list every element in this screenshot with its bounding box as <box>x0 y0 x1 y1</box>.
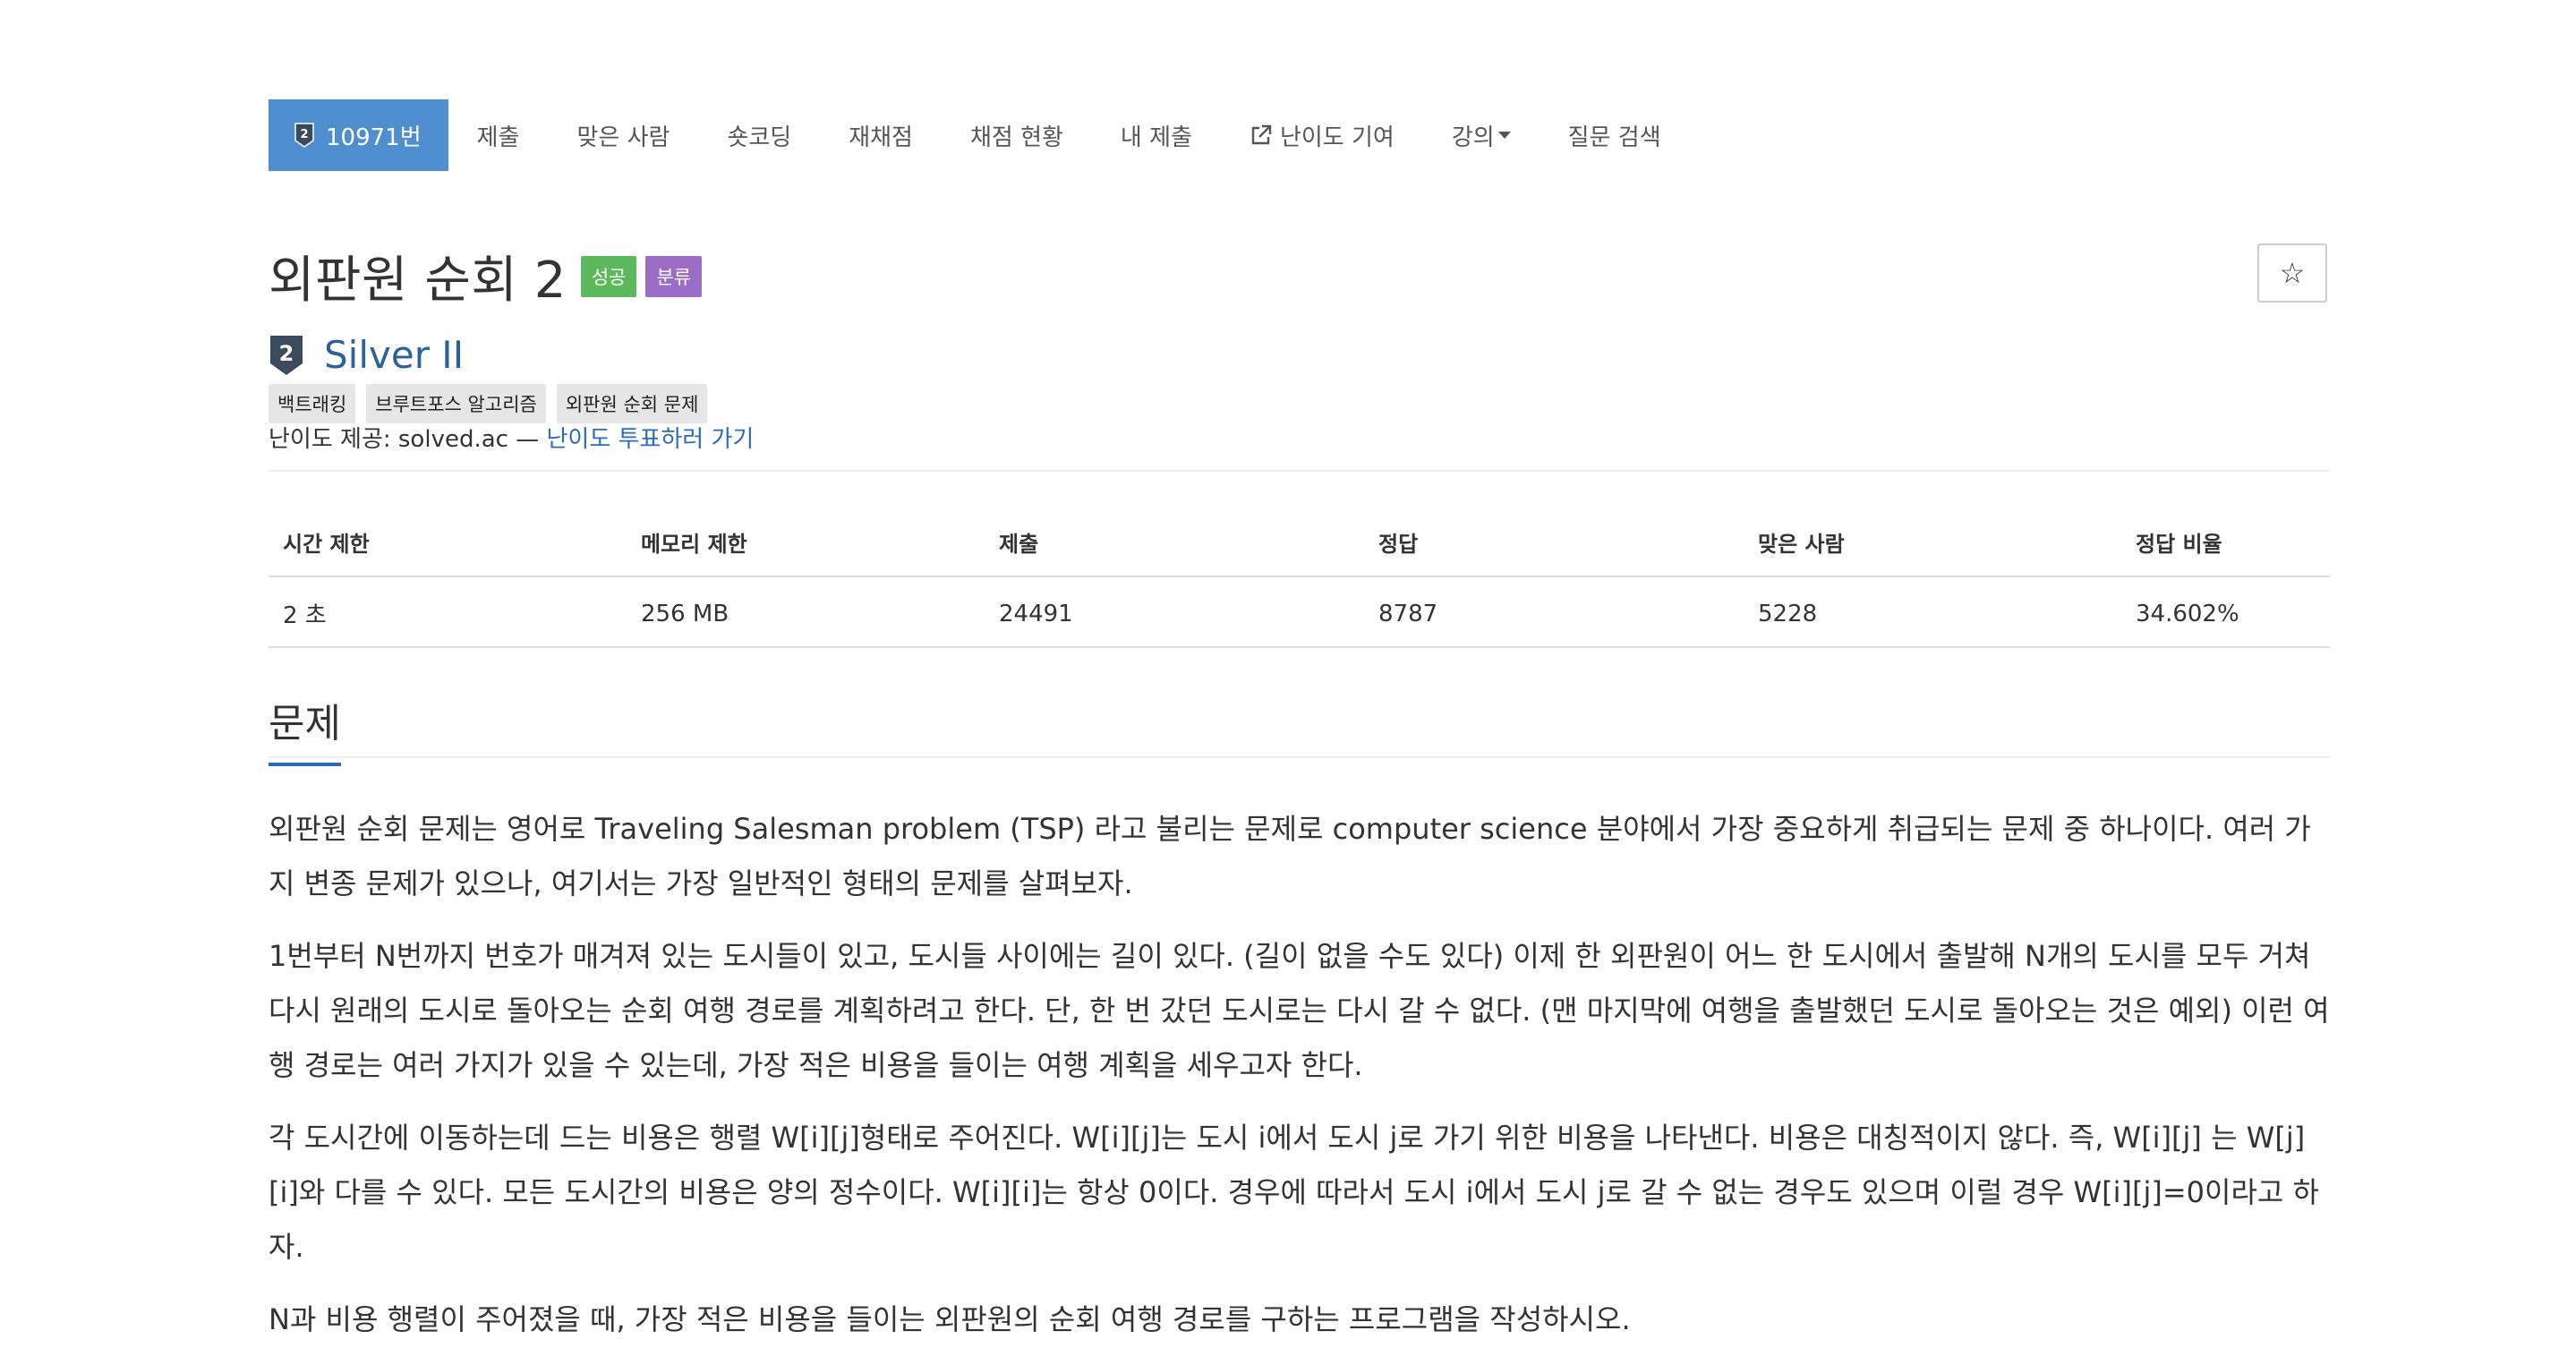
algorithm-tags: 백트래킹 브루트포스 알고리즘 외판원 순회 문제 <box>269 384 708 423</box>
header-accepted: 정답 <box>1364 510 1744 577</box>
silver-tier-icon: 2 <box>294 123 314 148</box>
problem-title: 외판원 순회 2 <box>269 252 567 310</box>
tab-problem-number[interactable]: 2 10971번 <box>269 99 448 171</box>
provider-prefix: 난이도 제공: solved.ac — <box>269 426 540 453</box>
description-paragraph: 외판원 순회 문제는 영어로 Traveling Salesman proble… <box>269 812 2311 900</box>
value-time-limit: 2 초 <box>269 576 627 648</box>
caret-down-icon <box>1497 132 1511 139</box>
tab-difficulty-contribution-label: 난이도 기여 <box>1279 124 1395 151</box>
tab-judge-status[interactable]: 채점 현황 <box>942 99 1092 171</box>
description-paragraph: N과 비용 행렬이 주어졌을 때, 가장 적은 비용을 들이는 외판원의 순회 … <box>269 1302 1631 1336</box>
tier-label[interactable]: Silver II <box>324 333 464 377</box>
tab-short-coding[interactable]: 숏코딩 <box>698 99 820 171</box>
section-divider <box>269 756 2330 758</box>
success-badge[interactable]: 성공 <box>580 255 637 297</box>
value-accepted: 8787 <box>1364 576 1744 648</box>
header-memory-limit: 메모리 제한 <box>627 510 985 577</box>
problem-tabs: 2 10971번 제출 맞은 사람 숏코딩 재채점 채점 현황 내 제출 난이도… <box>269 99 1690 171</box>
favorite-star-button[interactable]: ☆ <box>2257 243 2327 303</box>
tag-backtracking[interactable]: 백트래킹 <box>269 384 356 423</box>
silver-tier-icon: 2 <box>270 335 303 375</box>
vote-difficulty-link[interactable]: 난이도 투표하러 가기 <box>546 426 754 453</box>
divider <box>269 470 2330 472</box>
tab-problem-number-label: 10971번 <box>326 124 422 151</box>
tab-lectures-label: 강의 <box>1451 124 1495 151</box>
value-ratio: 34.602% <box>2121 576 2330 648</box>
tab-difficulty-contribution[interactable]: 난이도 기여 <box>1221 99 1423 171</box>
tier-row: 2 Silver II <box>269 333 464 377</box>
external-link-icon <box>1251 124 1272 145</box>
problem-description: 외판원 순회 문제는 영어로 Traveling Salesman proble… <box>269 802 2330 1365</box>
tab-lectures[interactable]: 강의 <box>1423 99 1540 171</box>
value-memory-limit: 256 MB <box>627 576 985 648</box>
page: { "tabs": [ {"label": "10971번", "active"… <box>0 0 2576 1336</box>
header-time-limit: 시간 제한 <box>269 510 627 577</box>
svg-text:2: 2 <box>279 341 294 366</box>
category-badge[interactable]: 분류 <box>645 255 703 297</box>
tag-brute-force[interactable]: 브루트포스 알고리즘 <box>366 384 546 423</box>
info-value-row: 2 초 256 MB 24491 8787 5228 34.602% <box>269 576 2330 648</box>
tab-solved-users[interactable]: 맞은 사람 <box>548 99 698 171</box>
description-paragraph: 각 도시간에 이동하는데 드는 비용은 행렬 W[i][j]형태로 주어진다. … <box>269 1121 2319 1264</box>
value-submissions: 24491 <box>985 576 1364 648</box>
tab-submit[interactable]: 제출 <box>448 99 549 171</box>
header-ratio: 정답 비율 <box>2121 510 2330 577</box>
value-solvers: 5228 <box>1744 576 2121 648</box>
tag-tsp[interactable]: 외판원 순회 문제 <box>556 384 708 423</box>
star-icon: ☆ <box>2279 257 2306 289</box>
tab-rejudge[interactable]: 재채점 <box>820 99 942 171</box>
svg-text:2: 2 <box>300 128 308 141</box>
tab-my-submissions[interactable]: 내 제출 <box>1092 99 1221 171</box>
tab-question-search[interactable]: 질문 검색 <box>1540 99 1690 171</box>
description-paragraph: 1번부터 N번까지 번호가 매겨져 있는 도시들이 있고, 도시들 사이에는 길… <box>269 939 2330 1082</box>
problem-title-row: 외판원 순회 2 성공 분류 <box>269 240 703 312</box>
problem-info-table: 시간 제한 메모리 제한 제출 정답 맞은 사람 정답 비율 2 초 256 M… <box>269 510 2330 648</box>
info-header-row: 시간 제한 메모리 제한 제출 정답 맞은 사람 정답 비율 <box>269 510 2330 577</box>
header-submissions: 제출 <box>985 510 1364 577</box>
header-solvers: 맞은 사람 <box>1744 510 2121 577</box>
difficulty-provider: 난이도 제공: solved.ac — 난이도 투표하러 가기 <box>269 421 754 454</box>
section-heading-problem: 문제 <box>269 691 341 766</box>
